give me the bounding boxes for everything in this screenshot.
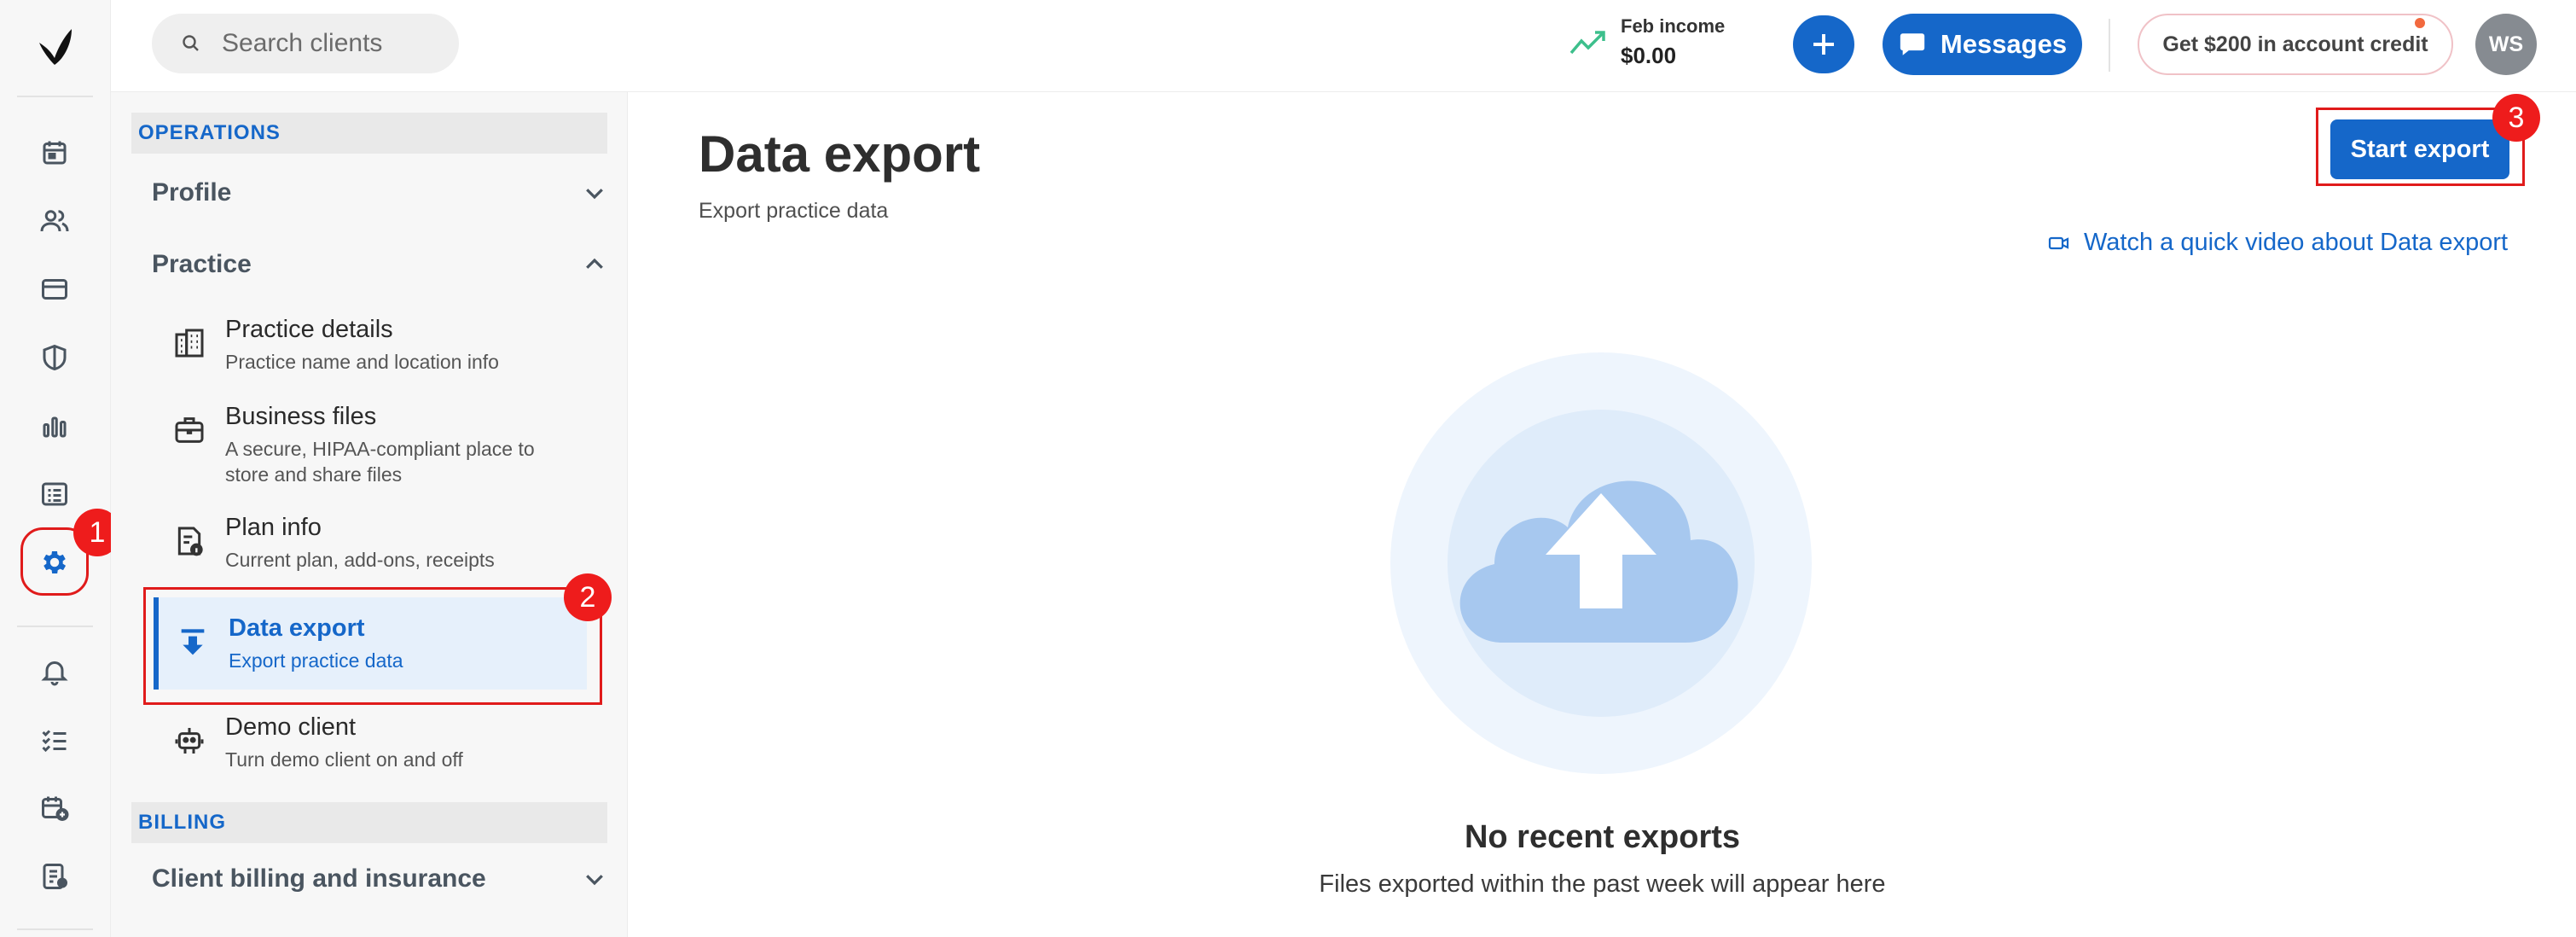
building-icon (175, 329, 204, 358)
icon-rail (0, 0, 111, 937)
empty-state-subtitle: Files exported within the past week will… (1319, 870, 1886, 898)
item-title: Business files (225, 403, 377, 430)
briefcase-icon (175, 417, 204, 443)
logo-icon[interactable] (32, 24, 77, 68)
annotation-badge-2: 2 (564, 573, 612, 621)
profile-label: Profile (152, 178, 232, 207)
chevron-up-icon (586, 258, 603, 269)
item-subtitle: A secure, HIPAA-compliant place to store… (225, 438, 535, 486)
top-bar: Feb income $0.00 Messages Get $200 in ac… (111, 0, 2576, 92)
annotation-badge-3: 3 (2492, 94, 2540, 142)
calendar-add-icon[interactable] (38, 792, 71, 824)
analytics-icon[interactable] (38, 410, 71, 442)
item-subtitle: Turn demo client on and off (225, 748, 463, 771)
income-label: Feb income (1621, 15, 1726, 37)
settings-panel: OPERATIONS Profile Practice Practice det… (111, 92, 628, 937)
main-content: Data export Export practice data Start e… (629, 92, 2576, 937)
notification-dot (2412, 15, 2428, 31)
plus-icon (1813, 34, 1834, 55)
search-box[interactable] (152, 14, 459, 73)
income-widget[interactable]: Feb income $0.00 (1569, 15, 1725, 69)
sidebar-item-business-files[interactable]: Business files A secure, HIPAA-compliant… (152, 403, 594, 487)
billing-card-icon[interactable] (38, 273, 71, 306)
message-bubble-icon (1900, 33, 1925, 55)
robot-icon (175, 728, 204, 754)
operations-heading: OPERATIONS (131, 113, 607, 154)
item-title: Practice details (225, 316, 393, 343)
watch-video-label: Watch a quick video about Data export (2084, 229, 2509, 256)
account-credit-button[interactable]: Get $200 in account credit (2138, 14, 2453, 75)
sidebar-item-plan-info[interactable]: Plan info Current plan, add-ons, receipt… (152, 514, 594, 573)
practice-label: Practice (152, 250, 252, 278)
item-title: Demo client (225, 713, 357, 741)
income-value: $0.00 (1621, 43, 1677, 68)
create-new-button[interactable] (1793, 15, 1854, 73)
client-billing-group-toggle[interactable]: Client billing and insurance (152, 857, 607, 901)
sidebar-item-demo-client[interactable]: Demo client Turn demo client on and off (152, 713, 594, 772)
item-title: Plan info (225, 514, 322, 541)
avatar[interactable]: WS (2475, 14, 2537, 75)
messages-label: Messages (1940, 29, 2068, 59)
notifications-bell-icon[interactable] (38, 655, 71, 688)
item-subtitle: Current plan, add-ons, receipts (225, 549, 495, 571)
profile-group-toggle[interactable]: Profile (152, 171, 607, 215)
documents-icon[interactable] (38, 860, 71, 893)
search-input[interactable] (222, 29, 426, 58)
tasks-checklist-icon[interactable] (38, 724, 71, 756)
practice-group-toggle[interactable]: Practice (152, 242, 607, 287)
page-subtitle: Export practice data (699, 199, 889, 223)
plan-document-icon (177, 527, 203, 556)
reports-list-icon[interactable] (38, 478, 71, 510)
chevron-down-icon (586, 189, 603, 200)
billing-heading: BILLING (131, 802, 607, 843)
empty-state-title: No recent exports (1464, 819, 1741, 855)
client-billing-label: Client billing and insurance (152, 864, 486, 893)
insurance-shield-icon[interactable] (38, 341, 71, 374)
calendar-icon[interactable] (38, 137, 71, 169)
trend-up-icon (1569, 30, 1605, 54)
annotation-box-data-export (143, 587, 602, 705)
video-camera-icon (2048, 236, 2069, 249)
clients-icon[interactable] (38, 205, 71, 237)
item-subtitle: Practice name and location info (225, 351, 499, 373)
cloud-upload-illustration (1390, 352, 1812, 774)
watch-video-link[interactable]: Watch a quick video about Data export (2048, 229, 2508, 257)
chevron-down-icon (586, 875, 603, 886)
page-title: Data export (699, 125, 981, 183)
sidebar-item-practice-details[interactable]: Practice details Practice name and locat… (152, 316, 594, 375)
search-icon (183, 35, 199, 51)
messages-button[interactable]: Messages (1883, 14, 2082, 75)
